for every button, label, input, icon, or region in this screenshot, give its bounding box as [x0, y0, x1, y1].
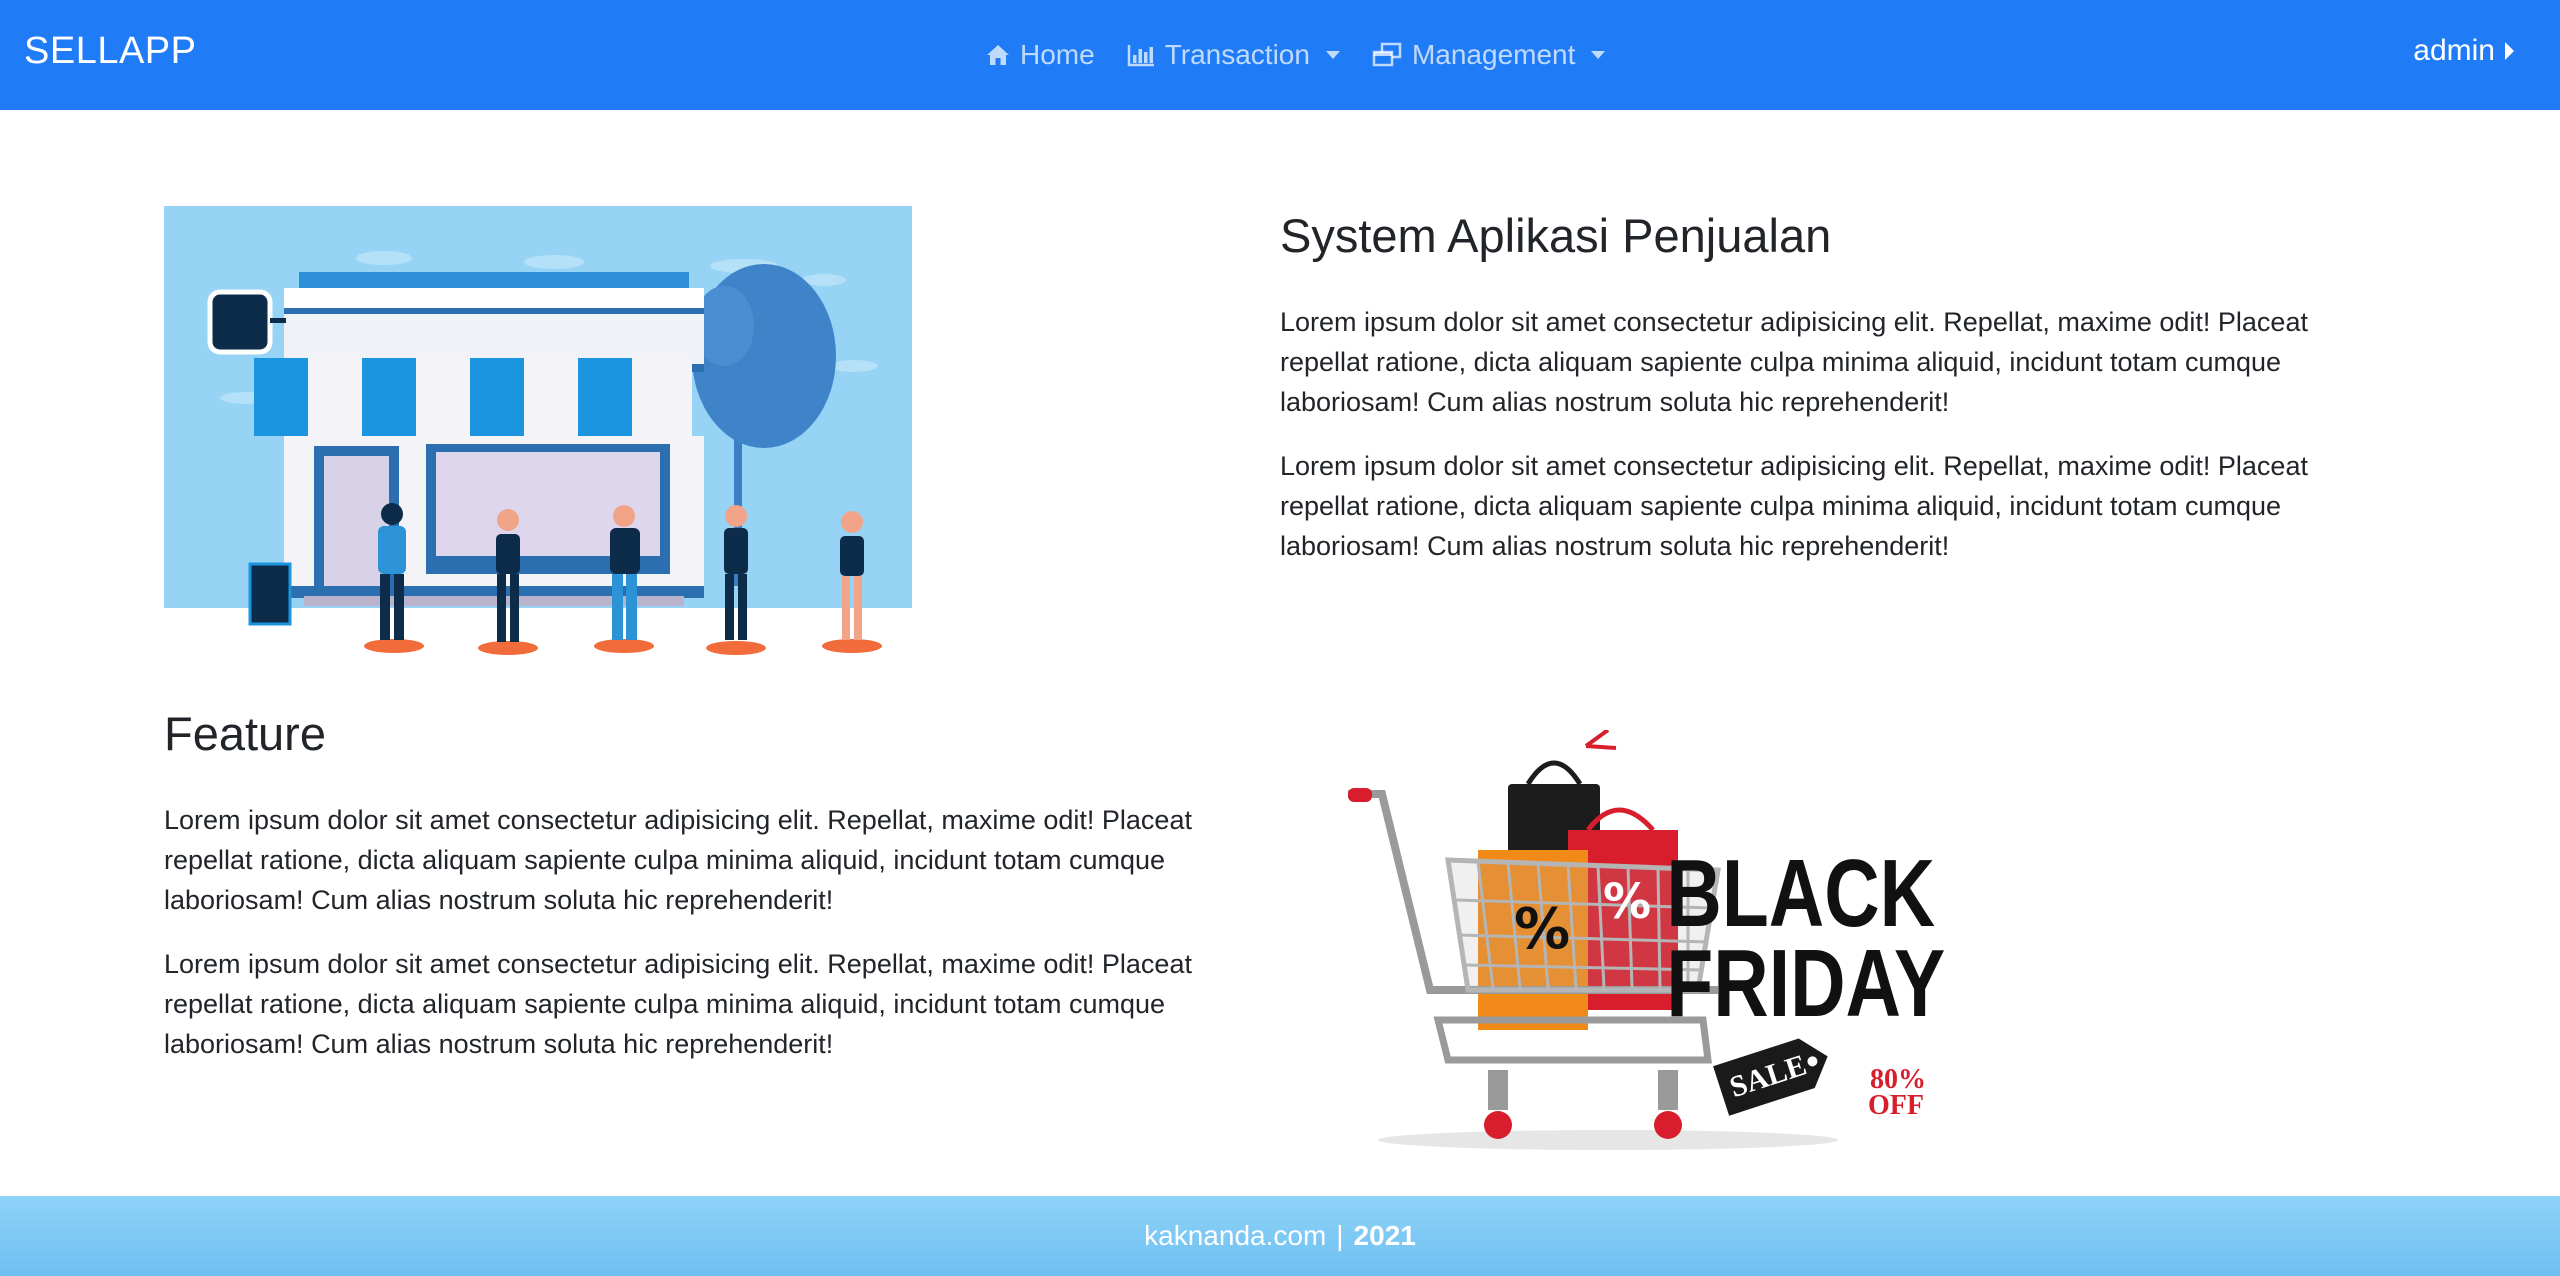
- footer-site[interactable]: kaknanda.com: [1144, 1220, 1326, 1252]
- navbar: SELLAPP Home Transaction Management admi…: [0, 0, 2560, 110]
- chevron-down-icon: [1591, 51, 1606, 59]
- nav-item-home[interactable]: Home: [986, 39, 1095, 71]
- hero-paragraph: Lorem ipsum dolor sit amet consectetur a…: [1280, 451, 2308, 561]
- hero-title: System Aplikasi Penjualan: [1280, 209, 1832, 262]
- black-friday-cart-image: % % BLACK FRIDAY SALE 80% OFF: [1348, 730, 1945, 1150]
- chevron-down-icon: [1325, 51, 1340, 59]
- feature-title: Feature: [164, 707, 326, 760]
- footer-year: 2021: [1353, 1220, 1416, 1251]
- user-menu[interactable]: admin: [2413, 34, 2514, 68]
- nav-item-transaction[interactable]: Transaction: [1127, 39, 1340, 71]
- nav-item-management[interactable]: Management: [1372, 39, 1606, 71]
- home-icon: [987, 45, 1009, 65]
- nav-menu: Home Transaction Management: [986, 0, 1637, 110]
- chevron-right-icon: [2505, 42, 2514, 60]
- brand-logo[interactable]: SELLAPP: [24, 30, 197, 73]
- feature-paragraph: Lorem ipsum dolor sit amet consectetur a…: [164, 949, 1192, 1059]
- user-name: admin: [2413, 34, 2495, 67]
- discount-off: OFF: [1868, 1090, 1924, 1121]
- footer-separator: |: [1336, 1220, 1344, 1251]
- nav-item-label: Transaction: [1164, 39, 1310, 70]
- promo-line2: FRIDAY: [1666, 930, 1945, 1037]
- feature-paragraph: Lorem ipsum dolor sit amet consectetur a…: [164, 805, 1192, 915]
- nav-item-label: Home: [1020, 39, 1095, 70]
- bar-chart-icon: [1127, 45, 1154, 67]
- footer: kaknanda.com | 2021: [0, 1196, 2560, 1276]
- svg-text:%: %: [1514, 897, 1570, 962]
- hero-paragraph: Lorem ipsum dolor sit amet consectetur a…: [1280, 307, 2308, 417]
- windows-icon: [1372, 42, 1402, 67]
- nav-item-label: Management: [1411, 39, 1576, 70]
- store-illustration: [164, 206, 912, 655]
- svg-text:%: %: [1603, 874, 1651, 930]
